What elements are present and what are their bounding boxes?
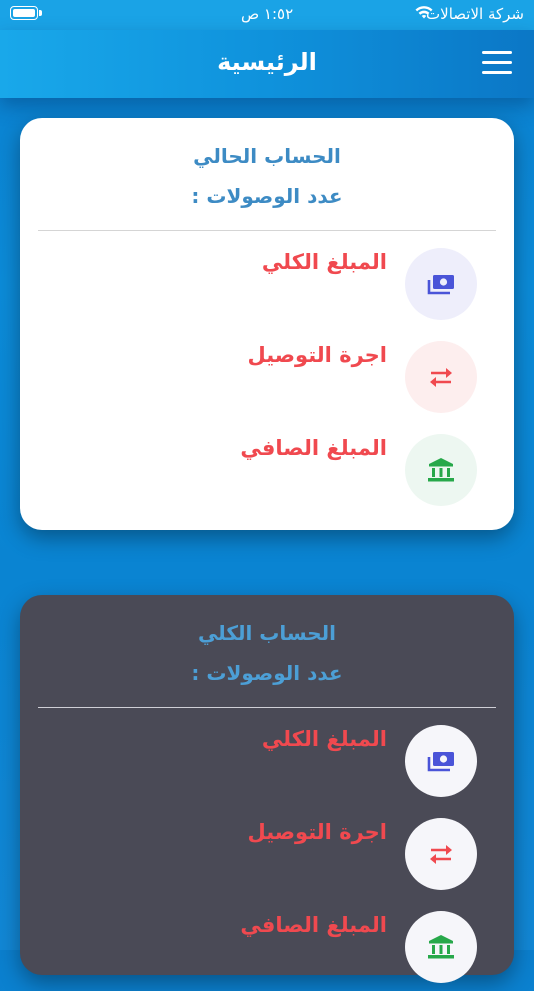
money-icon	[405, 248, 477, 320]
status-time: ١:٥٢ ص	[241, 5, 294, 23]
net-amount-label: المبلغ الصافي	[240, 913, 387, 937]
delivery-fee-label: اجرة التوصيل	[247, 820, 387, 844]
list-item-delivery-fee[interactable]: اجرة التوصيل	[20, 341, 514, 421]
list-item-total-amount[interactable]: المبلغ الكلي	[20, 725, 514, 805]
list-item-net-amount[interactable]: المبلغ الصافي	[20, 911, 514, 991]
list-item-total-amount[interactable]: المبلغ الكلي	[20, 248, 514, 328]
exchange-arrows-icon	[405, 341, 477, 413]
receipts-count-label: عدد الوصولات :	[191, 184, 343, 208]
hamburger-menu-icon[interactable]	[482, 51, 512, 75]
money-icon	[405, 725, 477, 797]
card-title: الحساب الكلي	[197, 621, 337, 645]
receipts-count-label: عدد الوصولات :	[191, 661, 343, 685]
bank-icon	[405, 911, 477, 983]
list-item-net-amount[interactable]: المبلغ الصافي	[20, 434, 514, 514]
net-amount-label: المبلغ الصافي	[240, 436, 387, 460]
status-bar: ١:٥٢ ص شركة الاتصالات	[0, 0, 534, 30]
battery-icon	[10, 6, 42, 20]
exchange-arrows-icon	[405, 818, 477, 890]
carrier-name: شركة الاتصالات	[426, 5, 524, 23]
total-account-card: الحساب الكلي عدد الوصولات : المبلغ الكلي…	[20, 595, 514, 983]
divider	[38, 707, 496, 708]
total-amount-label: المبلغ الكلي	[261, 727, 387, 751]
bank-icon	[405, 434, 477, 506]
total-amount-label: المبلغ الكلي	[261, 250, 387, 274]
page-title: الرئيسية	[217, 48, 317, 76]
header-bar: الرئيسية	[0, 30, 534, 98]
card-title: الحساب الحالي	[193, 144, 341, 168]
list-item-delivery-fee[interactable]: اجرة التوصيل	[20, 818, 514, 898]
current-account-card: الحساب الحالي عدد الوصولات : المبلغ الكل…	[20, 118, 514, 530]
delivery-fee-label: اجرة التوصيل	[247, 343, 387, 367]
divider	[38, 230, 496, 231]
